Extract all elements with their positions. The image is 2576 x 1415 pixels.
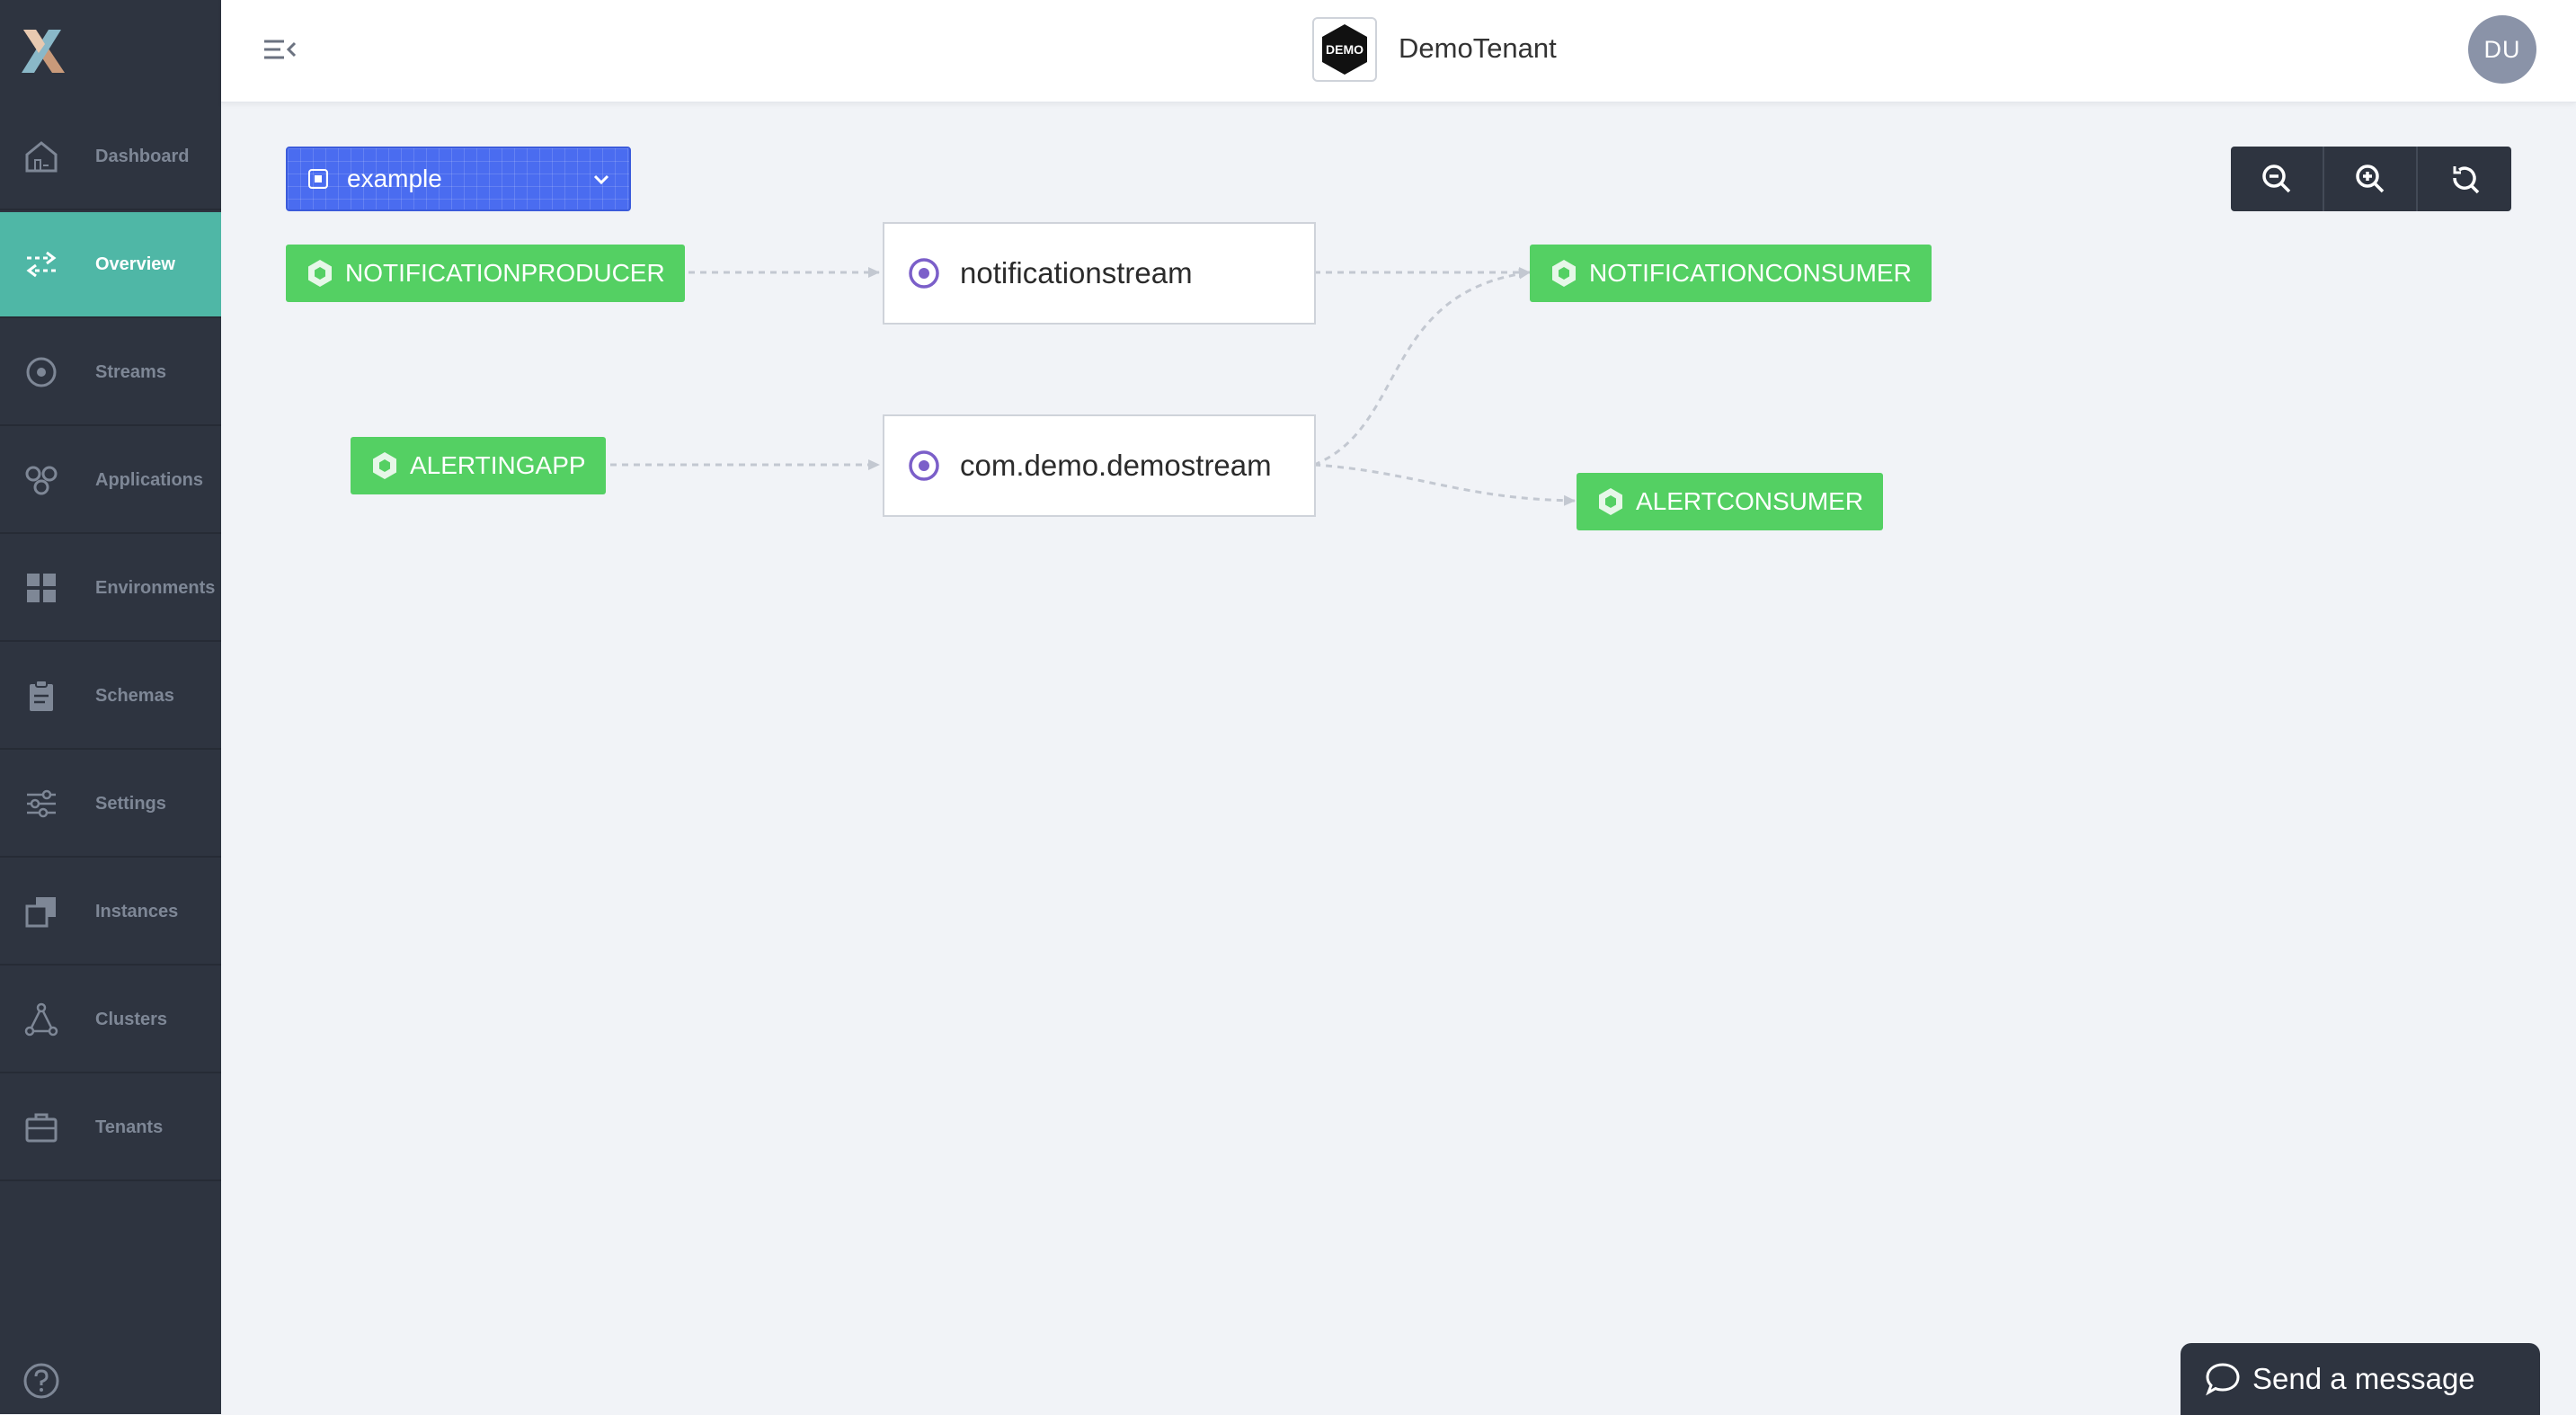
sidebar-item-label: Instances	[95, 901, 179, 921]
stream-circle-icon	[909, 258, 939, 289]
app-node-label: ALERTCONSUMER	[1636, 487, 1864, 515]
environment-select-value: example	[347, 165, 442, 192]
sidebar-item-dashboard[interactable]: Dashboard	[0, 104, 221, 210]
app-node-notificationproducer[interactable]: NOTIFICATIONPRODUCER	[286, 245, 685, 302]
zoom-in-icon	[2356, 165, 2385, 193]
applications-icon	[23, 462, 59, 498]
sidebar-item-environments[interactable]: Environments	[0, 536, 221, 642]
sidebar: Dashboard Overview Streams Applications …	[0, 0, 221, 1414]
tenant-hexagon-icon: DEMO	[1322, 24, 1367, 75]
reset-zoom-icon	[2453, 166, 2480, 194]
briefcase-icon	[23, 1109, 59, 1145]
menu-collapse-icon	[264, 40, 297, 59]
environment-select[interactable]: example	[286, 147, 631, 211]
sidebar-item-label: Tenants	[95, 1117, 164, 1137]
stream-node-demostream[interactable]: com.demo.demostream	[883, 414, 1316, 517]
grid-icon	[23, 570, 59, 606]
stream-node-label: com.demo.demostream	[960, 449, 1272, 482]
sidebar-item-label: Clusters	[95, 1009, 168, 1029]
application-hexagon-icon	[308, 260, 332, 287]
tenant-name: DemoTenant	[1399, 32, 1557, 64]
sidebar-item-overview[interactable]: Overview	[0, 212, 221, 318]
top-header: DEMO DemoTenant DU	[221, 0, 2576, 102]
arrows-exchange-icon	[23, 246, 59, 282]
zoom-in-button[interactable]	[2324, 147, 2418, 211]
sidebar-item-label: Dashboard	[95, 146, 190, 166]
sidebar-item-label: Settings	[95, 793, 166, 814]
collapse-menu-button[interactable]	[261, 31, 300, 70]
application-hexagon-icon	[1552, 260, 1576, 287]
chevron-down-icon	[593, 174, 609, 185]
sidebar-item-label: Streams	[95, 361, 166, 382]
user-avatar[interactable]: DU	[2468, 15, 2536, 84]
environment-icon	[308, 169, 328, 189]
help-button[interactable]	[22, 1361, 61, 1401]
send-message-label: Send a message	[2252, 1362, 2475, 1395]
reset-zoom-button[interactable]	[2418, 147, 2511, 211]
overview-canvas[interactable]: example NOTIFICATIONPRODUCER NOTIFICATIO…	[221, 103, 2576, 1414]
sidebar-item-label: Overview	[95, 254, 175, 274]
app-node-label: NOTIFICATIONCONSUMER	[1589, 259, 1912, 287]
edge-demostream-to-notificationconsumer	[1313, 268, 1531, 467]
clipboard-icon	[23, 678, 59, 714]
sidebar-item-applications[interactable]: Applications	[0, 428, 221, 534]
send-message-button[interactable]: Send a message	[2181, 1343, 2540, 1415]
application-hexagon-icon	[373, 452, 396, 479]
sidebar-item-streams[interactable]: Streams	[0, 320, 221, 426]
svg-text:DEMO: DEMO	[1326, 42, 1364, 57]
sidebar-item-label: Environments	[95, 577, 216, 598]
sidebar-item-schemas[interactable]: Schemas	[0, 644, 221, 750]
stream-node-notificationstream[interactable]: notificationstream	[883, 222, 1316, 325]
sidebar-item-settings[interactable]: Settings	[0, 752, 221, 858]
chat-bubble-icon	[2206, 1363, 2240, 1396]
tenant-logo: DEMO	[1312, 17, 1377, 82]
sidebar-item-instances[interactable]: Instances	[0, 859, 221, 966]
app-node-label: NOTIFICATIONPRODUCER	[345, 259, 665, 287]
cluster-icon	[23, 1001, 59, 1037]
app-node-notificationconsumer[interactable]: NOTIFICATIONCONSUMER	[1530, 245, 1932, 302]
sidebar-item-tenants[interactable]: Tenants	[0, 1075, 221, 1181]
logo-icon	[22, 30, 65, 73]
stream-circle-icon	[23, 354, 59, 390]
app-node-alertconsumer[interactable]: ALERTCONSUMER	[1577, 473, 1884, 530]
app-node-label: ALERTINGAPP	[410, 451, 586, 479]
help-icon	[23, 1363, 59, 1399]
zoom-controls	[2231, 147, 2511, 211]
app-node-alertingapp[interactable]: ALERTINGAPP	[351, 437, 606, 494]
application-hexagon-icon	[1599, 488, 1622, 515]
sliders-icon	[23, 786, 59, 822]
edge-demostream-to-alertconsumer	[1313, 463, 1576, 506]
sidebar-item-clusters[interactable]: Clusters	[0, 967, 221, 1073]
zoom-out-button[interactable]	[2231, 147, 2324, 211]
instances-icon	[23, 894, 59, 930]
zoom-out-icon	[2262, 165, 2291, 193]
sidebar-item-label: Applications	[95, 469, 204, 490]
home-icon	[23, 138, 59, 174]
stream-circle-icon	[909, 450, 939, 481]
stream-node-label: notificationstream	[960, 256, 1193, 289]
sidebar-item-label: Schemas	[95, 685, 174, 706]
app-logo[interactable]	[0, 0, 221, 102]
